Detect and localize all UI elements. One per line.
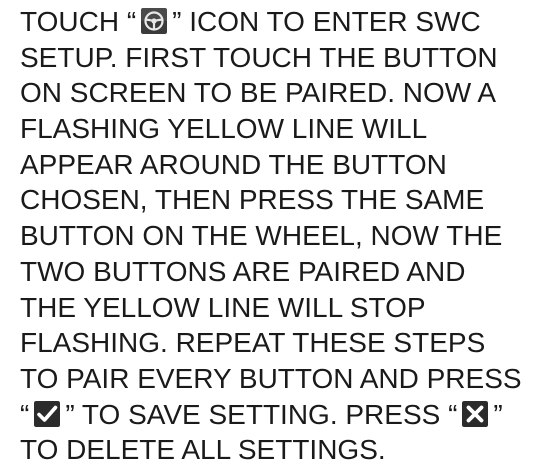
close-icon — [462, 400, 489, 427]
line-12-after: ” — [493, 398, 503, 430]
line-1-before: TOUCH “ — [20, 6, 137, 37]
instruction-line-12: “ ” TO SAVE SETTING. PRESS “ ” — [20, 397, 540, 433]
instruction-line-2: SETUP. FIRST TOUCH THE BUTTON — [20, 41, 498, 73]
instruction-line-4: FLASHING YELLOW LINE WILL — [20, 113, 428, 145]
instruction-line-3: ON SCREEN TO BE PAIRED. NOW A — [20, 77, 497, 109]
instruction-text: TOUCH “ ” ICON TO ENTER SWC SETUP. FIRST… — [20, 4, 540, 468]
instruction-line-11: TO PAIR EVERY BUTTON AND PRESS — [20, 362, 522, 394]
instruction-line-8: TWO BUTTONS ARE PAIRED AND — [20, 255, 466, 287]
instruction-line-5: APPEAR AROUND THE BUTTON — [20, 148, 447, 180]
instruction-line-7: BUTTON ON THE WHEEL, NOW THE — [20, 220, 503, 252]
instruction-line-1: TOUCH “ ” ICON TO ENTER SWC — [20, 4, 540, 40]
line-12-middle: ” TO SAVE SETTING. PRESS “ — [65, 398, 458, 430]
line-12-before: “ — [20, 398, 30, 430]
instruction-line-10: FLASHING. REPEAT THESE STEPS — [20, 327, 486, 359]
instruction-line-13: TO DELETE ALL SETTINGS. — [20, 434, 386, 466]
line-1-after: ” ICON TO ENTER SWC — [172, 6, 481, 37]
check-icon — [34, 400, 61, 427]
instruction-line-6: CHOSEN, THEN PRESS THE SAME — [20, 184, 485, 216]
steering-wheel-icon — [141, 8, 168, 34]
instruction-line-9: THE YELLOW LINE WILL STOP — [20, 291, 426, 323]
